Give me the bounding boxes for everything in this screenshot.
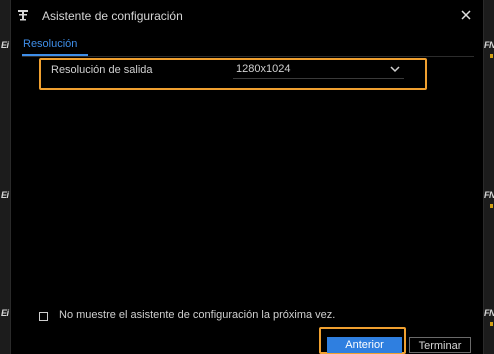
background-tick <box>490 54 493 58</box>
setup-wizard-dialog: Asistente de configuración Resolución Re… <box>10 0 484 354</box>
background-right-strip: FN FN FN <box>484 0 494 354</box>
tab-resolution[interactable]: Resolución <box>23 38 77 50</box>
background-mark: Ei <box>1 40 9 50</box>
background-left-strip: Ei Ei Ei <box>0 0 10 354</box>
background-tick <box>490 204 493 208</box>
background-mark: FN <box>484 308 494 318</box>
output-resolution-select[interactable]: 1280x1024 <box>233 61 404 79</box>
background-mark: Ei <box>1 308 9 318</box>
tab-divider <box>22 56 474 57</box>
dont-show-again-label: No muestre el asistente de configuración… <box>59 309 336 321</box>
output-resolution-label: Resolución de salida <box>51 64 153 76</box>
background-mark: FN <box>484 190 494 200</box>
prev-button[interactable]: Anterior <box>327 337 402 353</box>
finish-button[interactable]: Terminar <box>409 337 471 353</box>
background-mark: Ei <box>1 190 9 200</box>
chevron-down-icon <box>390 66 400 73</box>
app-frame: Ei Ei Ei FN FN FN Asistente de configura… <box>0 0 494 354</box>
dont-show-again-checkbox[interactable] <box>39 312 48 321</box>
close-icon[interactable] <box>459 8 473 22</box>
background-tick <box>490 322 493 326</box>
background-mark: FN <box>484 40 494 50</box>
output-resolution-value: 1280x1024 <box>236 63 291 75</box>
dialog-titlebar: Asistente de configuración <box>11 0 483 30</box>
wizard-icon <box>18 10 28 21</box>
dialog-title: Asistente de configuración <box>42 9 183 23</box>
